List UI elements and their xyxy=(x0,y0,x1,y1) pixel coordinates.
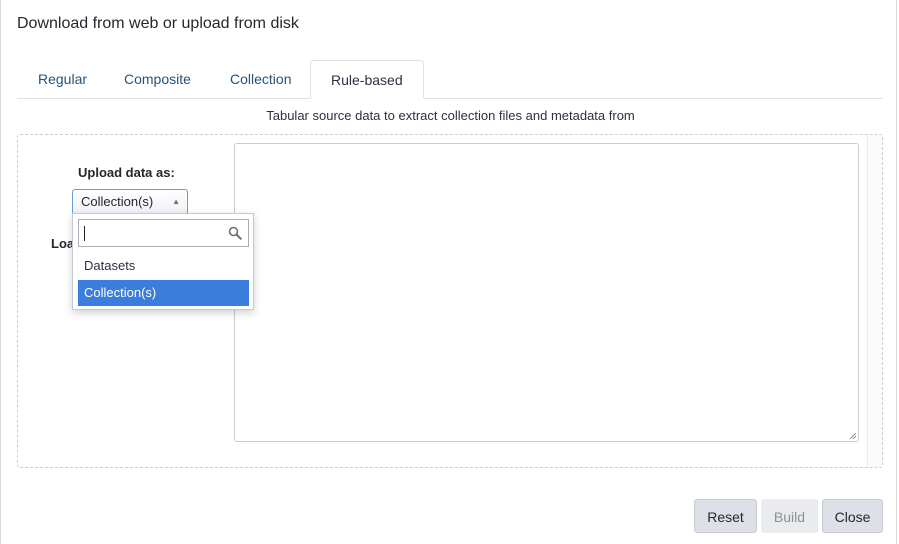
source-data-textarea[interactable] xyxy=(234,143,859,442)
load-label: Loa xyxy=(51,236,75,251)
dropdown-option-datasets[interactable]: Datasets xyxy=(78,253,249,279)
caret-up-icon: ▲ xyxy=(172,197,180,206)
upload-data-as-label: Upload data as: xyxy=(78,165,175,180)
tab-rule-based[interactable]: Rule-based xyxy=(310,60,424,99)
reset-button[interactable]: Reset xyxy=(694,499,757,533)
upload-type-dropdown: Datasets Collection(s) xyxy=(72,213,254,310)
source-data-caption: Tabular source data to extract collectio… xyxy=(266,108,635,123)
close-button[interactable]: Close xyxy=(822,499,883,533)
dropdown-option-collections[interactable]: Collection(s) xyxy=(78,280,249,306)
build-button[interactable]: Build xyxy=(761,499,818,533)
tab-composite[interactable]: Composite xyxy=(111,60,204,98)
upload-dialog: Download from web or upload from disk Re… xyxy=(0,0,897,544)
dialog-title: Download from web or upload from disk xyxy=(17,15,299,32)
text-cursor xyxy=(84,226,85,241)
dropdown-search-input[interactable] xyxy=(79,220,231,246)
scrollbar[interactable] xyxy=(867,135,882,467)
dropdown-search-box[interactable] xyxy=(78,219,249,247)
tab-collection[interactable]: Collection xyxy=(217,60,304,98)
tab-regular[interactable]: Regular xyxy=(25,60,100,98)
resize-handle-icon[interactable] xyxy=(849,432,857,440)
upload-tabs: Regular Composite Collection Rule-based xyxy=(17,60,883,99)
upload-type-select[interactable]: Collection(s) ▲ xyxy=(72,189,188,214)
upload-type-select-value: Collection(s) xyxy=(81,194,154,209)
search-icon xyxy=(228,226,242,240)
